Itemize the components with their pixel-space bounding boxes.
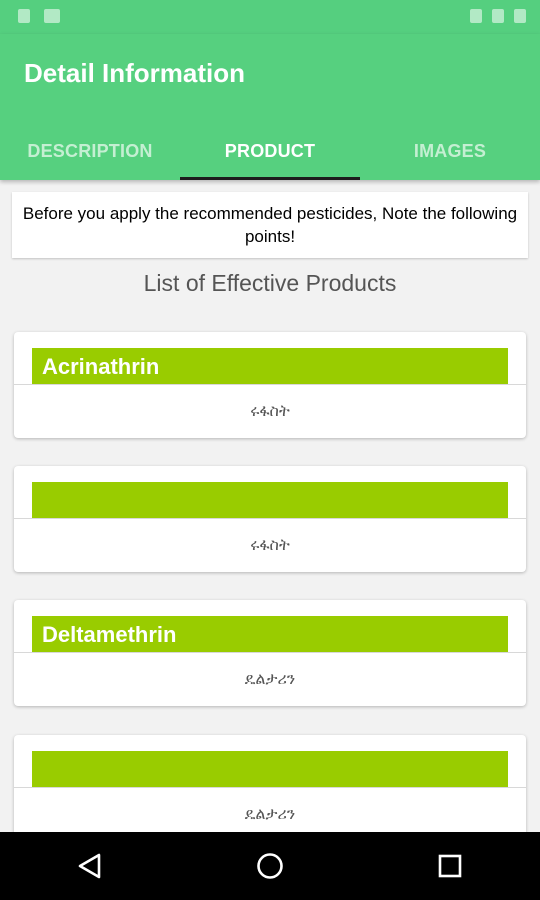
sim-icon (18, 9, 30, 23)
product-subtitle: ዴልታሪን (244, 670, 296, 688)
product-card[interactable]: ሩፋስት (14, 466, 526, 572)
app-bar: Detail Information DESCRIPTION PRODUCT I… (0, 34, 540, 180)
product-card[interactable]: ዴልታሪን (14, 735, 526, 832)
product-card[interactable]: Acrinathrin ሩፋስት (14, 332, 526, 438)
product-name: Deltamethrin (42, 622, 177, 647)
battery-icon (514, 9, 526, 23)
tab-product[interactable]: PRODUCT (180, 122, 360, 180)
product-card[interactable]: Deltamethrin ዴልታሪን (14, 600, 526, 706)
home-button[interactable] (240, 836, 300, 896)
navigation-bar (0, 832, 540, 900)
back-icon (78, 853, 101, 879)
notice-banner: Before you apply the recommended pestici… (12, 192, 528, 258)
status-bar (0, 0, 540, 34)
product-name-band: Acrinathrin (32, 348, 508, 384)
tab-images[interactable]: IMAGES (360, 122, 540, 180)
home-icon (257, 853, 283, 879)
product-name: Acrinathrin (42, 354, 160, 379)
product-name-band: Deltamethrin (32, 616, 508, 652)
recents-button[interactable] (420, 836, 480, 896)
signal-icon (492, 9, 504, 23)
product-subtitle: ሩፋስት (250, 402, 290, 420)
notification-icon (44, 9, 60, 23)
tab-bar: DESCRIPTION PRODUCT IMAGES (0, 122, 540, 180)
product-list-container[interactable]: Before you apply the recommended pestici… (0, 180, 540, 832)
back-button[interactable] (60, 836, 120, 896)
product-name-band (32, 751, 508, 787)
product-subtitle: ዴልታሪን (244, 805, 296, 823)
product-name-band (32, 482, 508, 518)
recents-icon (438, 854, 462, 878)
wifi-icon (470, 9, 482, 23)
page-title: Detail Information (24, 58, 246, 88)
product-subtitle: ሩፋስት (250, 536, 290, 554)
tab-description[interactable]: DESCRIPTION (0, 122, 180, 180)
list-heading: List of Effective Products (143, 270, 397, 296)
